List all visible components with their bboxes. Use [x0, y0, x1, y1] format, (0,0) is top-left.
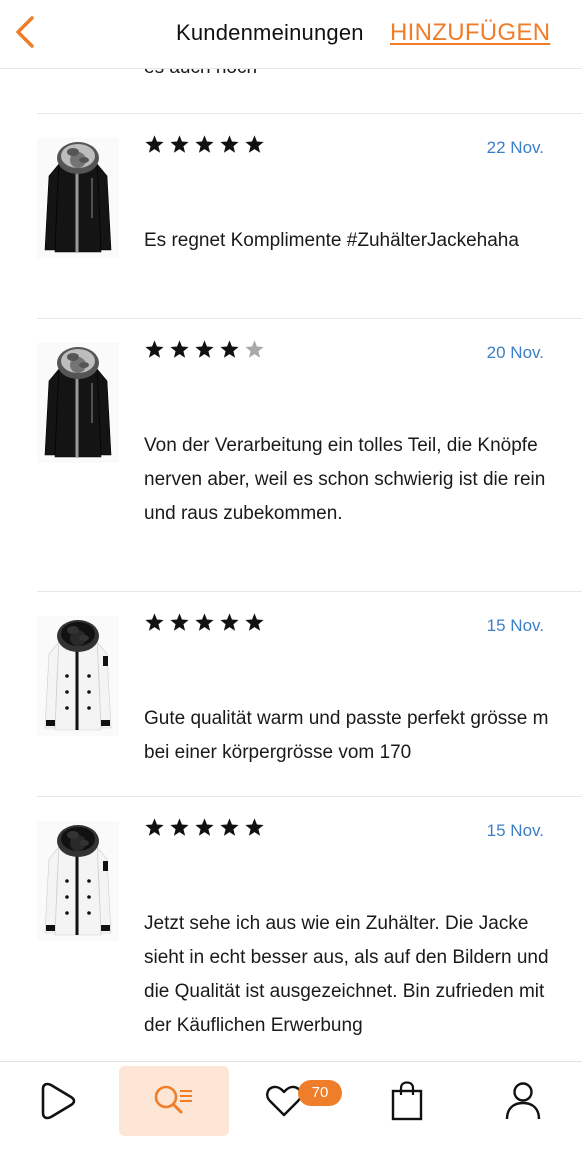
review-item: 15 Nov. Gute qualität warm und passte pe… — [0, 592, 582, 796]
star-filled-icon — [170, 613, 189, 631]
tab-home[interactable] — [2, 1066, 112, 1136]
product-thumbnail[interactable] — [37, 343, 119, 463]
star-filled-icon — [220, 340, 239, 358]
review-date: 22 Nov. — [486, 138, 544, 157]
star-rating — [144, 339, 265, 360]
add-review-link[interactable]: HINZUFÜGEN — [390, 19, 550, 47]
star-filled-icon — [245, 613, 264, 631]
star-filled-icon — [145, 340, 164, 358]
star-filled-icon — [145, 135, 164, 153]
profile-icon — [505, 1082, 541, 1120]
back-button[interactable] — [8, 12, 42, 52]
bag-icon — [391, 1081, 423, 1121]
tab-search[interactable] — [119, 1066, 229, 1136]
review-item: 22 Nov. Es regnet Komplimente #ZuhälterJ… — [0, 114, 582, 318]
star-filled-icon — [220, 135, 239, 153]
review-item: 20 Nov. Von der Verarbeitung ein tolles … — [0, 319, 582, 591]
star-filled-icon — [145, 818, 164, 836]
jacket-image-icon — [37, 821, 119, 941]
page-title: Kundenmeinungen — [176, 20, 364, 45]
jacket-image-icon — [37, 343, 119, 463]
star-rating — [144, 134, 265, 155]
home-icon — [41, 1082, 76, 1120]
bottom-tab-bar: 70 — [0, 1061, 582, 1159]
wishlist-count-badge: 70 — [298, 1080, 342, 1106]
review-text: Es regnet Komplimente #ZuhälterJackehaha — [144, 230, 519, 251]
review-date: 15 Nov. — [486, 821, 544, 840]
star-filled-icon — [145, 613, 164, 631]
header: Kundenmeinungen HINZUFÜGEN — [0, 0, 582, 69]
review-text: Jetzt sehe ich aus wie ein Zuhälter. Die… — [144, 913, 549, 1036]
star-filled-icon — [195, 340, 214, 358]
chevron-left-icon — [16, 16, 34, 48]
star-filled-icon — [195, 613, 214, 631]
star-filled-icon — [170, 135, 189, 153]
jacket-image-icon — [37, 616, 119, 736]
review-date: 20 Nov. — [486, 343, 544, 362]
star-filled-icon — [220, 613, 239, 631]
star-rating — [144, 612, 265, 633]
search-list-icon — [154, 1085, 192, 1114]
review-item: 15 Nov. Jetzt sehe ich aus wie ein Zuhäl… — [0, 797, 582, 1062]
star-filled-icon — [195, 135, 214, 153]
star-filled-icon — [170, 818, 189, 836]
reviews-screen: Kundenmeinungen HINZUFÜGEN es auch noch … — [0, 0, 582, 1159]
review-text: Von der Verarbeitung ein tolles Teil, di… — [144, 435, 546, 524]
tab-cart[interactable] — [352, 1066, 462, 1136]
jacket-image-icon — [37, 138, 119, 258]
review-date: 15 Nov. — [486, 616, 544, 635]
star-filled-icon — [220, 818, 239, 836]
previous-review-text-tail: es auch noch — [144, 69, 257, 79]
product-thumbnail[interactable] — [37, 821, 119, 941]
star-filled-icon — [245, 818, 264, 836]
tab-profile[interactable] — [468, 1066, 578, 1136]
star-empty-icon — [245, 340, 264, 358]
product-thumbnail[interactable] — [37, 616, 119, 736]
review-text: Gute qualität warm und passte perfekt gr… — [144, 708, 549, 763]
product-thumbnail[interactable] — [37, 138, 119, 258]
reviews-list[interactable]: es auch noch 22 Nov. Es regnet Komplimen… — [0, 69, 582, 1062]
star-rating — [144, 817, 265, 838]
star-filled-icon — [245, 135, 264, 153]
star-filled-icon — [195, 818, 214, 836]
star-filled-icon — [170, 340, 189, 358]
